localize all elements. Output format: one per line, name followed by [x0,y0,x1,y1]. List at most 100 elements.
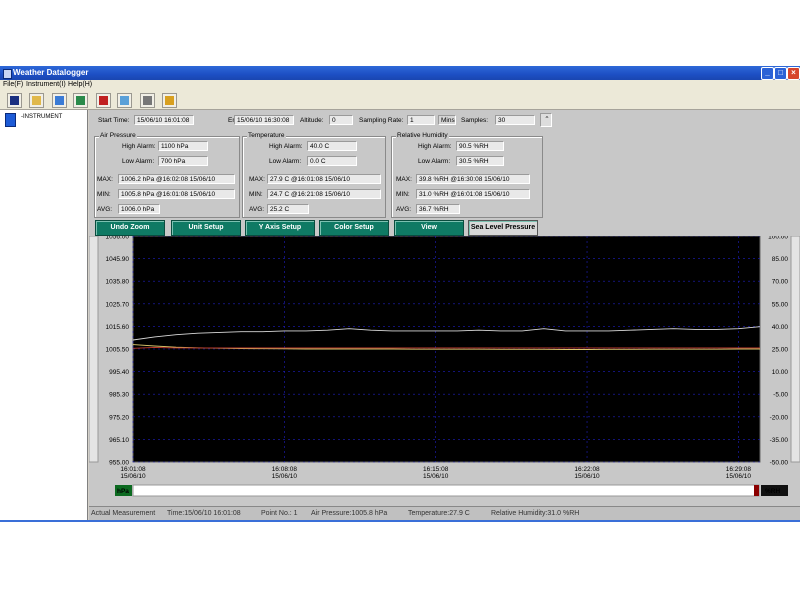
temperature-high-field[interactable]: 40.0 C [307,141,357,151]
x-axis-tick-time: 16:29:08 [726,466,752,473]
altitude-field[interactable]: 0 [329,115,353,125]
left-axis-tick-label: 975.20 [109,414,129,421]
humidity-low-label: Low Alarm: [418,158,451,165]
menu-help[interactable]: Help(H) [68,81,92,88]
undo-zoom-button[interactable]: Undo Zoom [95,220,165,236]
toolbar [0,91,800,110]
pressure-min-label: MIN: [97,191,111,198]
humidity-avg-label: AVG: [396,206,412,213]
right-axis-tick-label: -35.00 [770,437,789,444]
x-axis-tick-time: 16:01:08 [120,466,146,473]
x-axis-tick-date: 15/06/10 [423,473,449,480]
measurement-chart[interactable]: 1056.00 1045.90 1035.80 1025.70 1015.60 1005.… [89,236,800,506]
left-axis-tick-label: 995.40 [109,369,129,376]
humidity-high-field[interactable]: 90.5 %RH [456,141,504,151]
x-axis-tick-date: 15/06/10 [726,473,752,480]
y-axis-setup-button[interactable]: Y Axis Setup [245,220,315,236]
pressure-max-field: 1006.2 hPa @16:02:08 15/06/10 [118,174,235,184]
pressure-avg-label: AVG: [97,206,113,213]
x-axis-tick-date: 15/06/10 [574,473,600,480]
open-icon[interactable] [29,93,44,108]
temperature-min-field: 24.7 C @16:21:08 15/06/10 [267,189,381,199]
sea-level-pressure-button[interactable]: Sea Level Pressure [468,220,538,236]
instrument-tree: -INSTRUMENT [0,110,88,520]
disk-icon[interactable] [52,93,67,108]
pressure-max-label: MAX: [97,176,113,183]
taskbar-edge [0,520,800,522]
temperature-min-label: MIN: [249,191,263,198]
window-title: Weather Datalogger [13,68,89,77]
instrument-icon [5,113,16,127]
help-icon[interactable] [162,93,177,108]
left-axis-tick-label: 1045.90 [106,256,130,263]
left-axis-tick-label: 965.10 [109,437,129,444]
altitude-label: Altitude: [300,117,324,124]
title-bar: Weather Datalogger _ □ × [0,66,800,80]
pressure-high-field[interactable]: 1100 hPa [158,141,208,151]
menu-bar: File(F) Instrument(I) Help(H) [0,80,800,91]
right-axis-tick-label: 10.00 [772,369,789,376]
tree-item-instrument[interactable]: -INSTRUMENT [21,114,62,120]
sampling-rate-label: Sampling Rate: [359,117,404,124]
left-axis-tick-label: 1015.60 [106,324,130,331]
download-icon[interactable] [73,93,88,108]
pressure-low-field[interactable]: 700 hPa [158,156,208,166]
samples-label: Samples: [461,117,489,124]
start-time-label: Start Time: [98,117,130,124]
humidity-min-label: MIN: [396,191,410,198]
right-axis-tick-label: 70.00 [772,279,789,286]
horizontal-scrollbar[interactable] [132,484,760,497]
temperature-low-field[interactable]: 0.0 C [307,156,357,166]
print-icon[interactable] [140,93,155,108]
start-time-field[interactable]: 15/06/10 16:01:08 [134,115,194,125]
menu-file[interactable]: File(F) [3,81,23,88]
temperature-high-label: High Alarm: [269,143,303,150]
color-setup-button[interactable]: Color Setup [319,220,389,236]
close-button[interactable]: × [787,67,800,80]
x-axis-tick-time: 16:22:08 [574,466,600,473]
status-humidity: Relative Humidity:31.0 %RH [491,510,580,517]
maximize-button[interactable]: □ [774,67,787,80]
right-axis-tick-label: -20.00 [770,414,789,421]
right-axis-tick-label: -50.00 [770,460,789,467]
left-axis-tick-label: 1035.80 [106,279,130,286]
right-axis-tick-label: 25.00 [772,347,789,354]
right-unit-label: %RH [765,488,780,495]
temperature-max-label: MAX: [249,176,265,183]
humidity-max-label: MAX: [396,176,412,183]
view-button[interactable]: View [394,220,464,236]
rate-unit-button[interactable]: Mins [438,115,456,125]
right-scrollbar[interactable] [790,236,800,463]
collapse-icon[interactable]: ⌃ [540,113,552,127]
status-time: Time:15/06/10 16:01:08 [167,510,241,517]
save-icon[interactable] [7,93,22,108]
right-axis-tick-label: 55.00 [772,301,789,308]
menu-instrument[interactable]: Instrument(I) [26,81,66,88]
end-time-field[interactable]: 15/06/10 16:30:08 [234,115,294,125]
record-icon[interactable] [96,93,111,108]
humidity-high-label: High Alarm: [418,143,452,150]
scroll-marker [754,485,759,496]
left-axis-tick-label: 1056.00 [106,236,130,241]
left-axis-tick-label: 985.30 [109,392,129,399]
humidity-avg-field: 36.7 %RH [416,204,460,214]
pressure-avg-field: 1006.0 hPa [118,204,160,214]
humidity-low-field[interactable]: 30.5 %RH [456,156,504,166]
status-temperature: Temperature:27.9 C [408,510,470,517]
pressure-high-label: High Alarm: [122,143,156,150]
unit-setup-button[interactable]: Unit Setup [171,220,241,236]
status-pressure: Air Pressure:1005.8 hPa [311,510,388,517]
right-axis-tick-label: -5.00 [773,392,788,399]
pressure-min-field: 1005.8 hPa @16:01:08 15/06/10 [118,189,235,199]
x-axis-tick-time: 16:08:08 [272,466,298,473]
temperature-low-label: Low Alarm: [269,158,302,165]
layout-icon[interactable] [117,93,132,108]
samples-field[interactable]: 30 [495,115,535,125]
temperature-avg-field: 25.2 C [267,204,309,214]
left-scrollbar[interactable] [89,236,99,463]
temperature-max-field: 27.9 C @16:01:08 15/06/10 [267,174,381,184]
status-bar: Actual Measurement Time:15/06/10 16:01:0… [89,506,800,521]
minimize-button[interactable]: _ [761,67,774,80]
sampling-rate-field[interactable]: 1 [407,115,435,125]
left-unit-label: hPa [117,488,129,495]
